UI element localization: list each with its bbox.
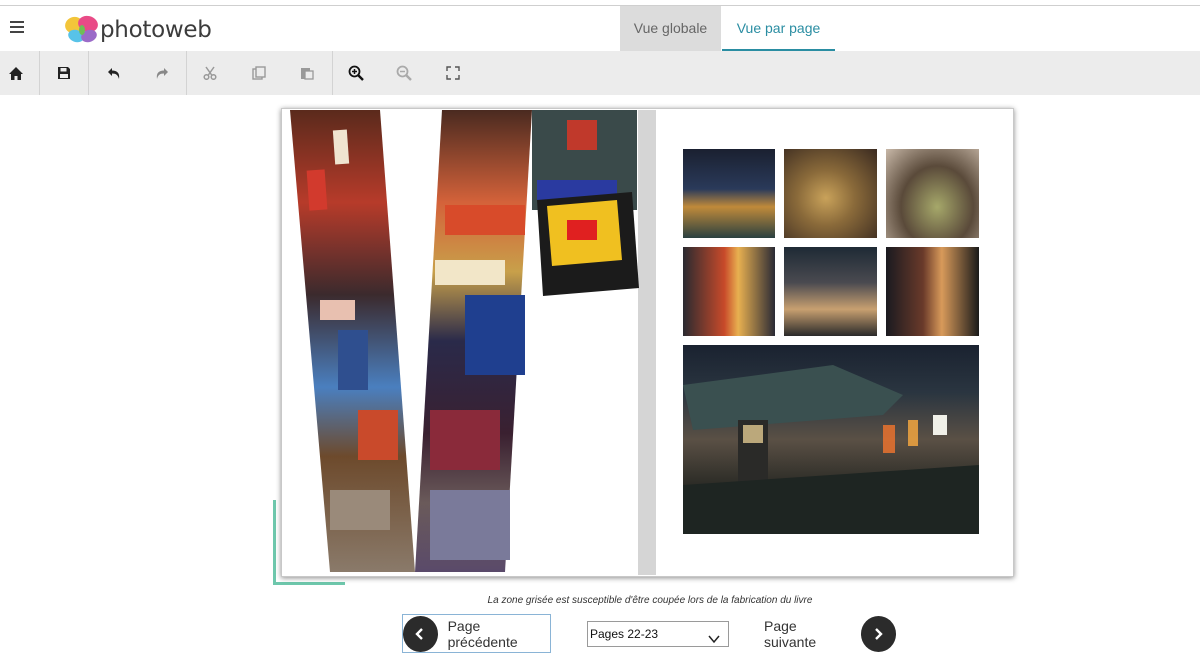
home-icon[interactable] <box>0 51 32 95</box>
next-page-button[interactable]: Page suivante <box>764 614 896 653</box>
photo-osaka-signs[interactable] <box>527 110 642 300</box>
cut-icon[interactable] <box>194 51 226 95</box>
photo-collage-strip-1[interactable] <box>290 110 418 572</box>
photo-okonomiyaki-2[interactable] <box>886 149 979 238</box>
photo-shrine-gate[interactable] <box>784 247 877 336</box>
photo-hozenji-alley[interactable] <box>683 345 979 534</box>
page-select[interactable]: Pages 22-23 <box>587 621 729 647</box>
chevron-left-icon <box>403 615 438 652</box>
paste-icon[interactable] <box>291 51 323 95</box>
cut-zone-notice: La zone grisée est susceptible d'être co… <box>487 595 813 606</box>
fullscreen-icon[interactable] <box>437 51 469 95</box>
undo-icon[interactable] <box>98 51 130 95</box>
photo-alley-shop[interactable] <box>683 247 775 336</box>
toolbar <box>0 51 1200 95</box>
save-icon[interactable] <box>48 51 80 95</box>
menu-icon[interactable] <box>10 21 26 35</box>
logo[interactable]: photoweb <box>64 14 212 46</box>
redo-icon[interactable] <box>145 51 177 95</box>
page-select-value: Pages 22-23 <box>590 627 659 641</box>
zoom-out-icon[interactable] <box>388 51 420 95</box>
butterfly-logo-icon <box>64 15 100 45</box>
previous-page-label: Page précédente <box>447 617 518 650</box>
tab-vue-globale[interactable]: Vue globale <box>620 6 721 51</box>
photo-collage-strip-2[interactable] <box>410 110 535 572</box>
next-page-label: Page suivante <box>764 617 817 650</box>
previous-page-button[interactable]: Page précédente <box>402 614 551 653</box>
app-header: photoweb Vue globale Vue par page <box>0 6 1200 51</box>
copy-icon[interactable] <box>243 51 275 95</box>
tab-vue-par-page[interactable]: Vue par page <box>722 6 835 51</box>
chevron-right-icon <box>860 615 896 652</box>
photo-canal-night[interactable] <box>683 149 775 238</box>
logo-text: photoweb <box>100 17 212 43</box>
zoom-in-icon[interactable] <box>340 51 372 95</box>
photo-lantern-street[interactable] <box>886 247 979 336</box>
chevron-down-icon <box>708 628 720 652</box>
photo-okonomiyaki-1[interactable] <box>784 149 877 238</box>
